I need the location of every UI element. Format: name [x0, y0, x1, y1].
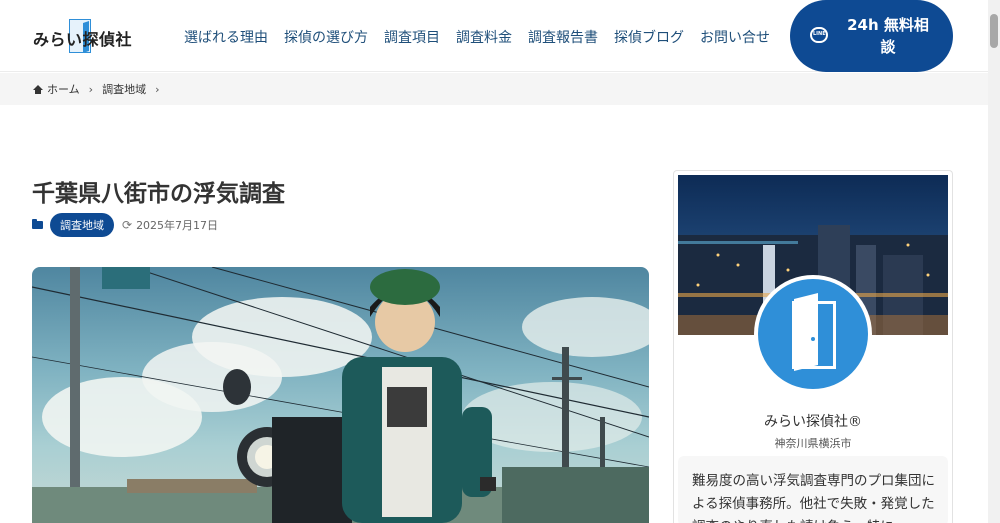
- refresh-icon: ⟳: [122, 218, 133, 232]
- cta-line-2: 談: [880, 38, 896, 56]
- breadcrumb: ホーム › 調査地域 ›: [0, 73, 988, 105]
- nav-item-pricing[interactable]: 調査料金: [456, 27, 512, 47]
- line-icon: [810, 27, 828, 43]
- site-logo[interactable]: みらい探偵社: [33, 19, 143, 53]
- avatar: [754, 275, 872, 393]
- site-header: みらい探偵社 選ばれる理由 探偵の選び方 調査項目 調査料金 調査報告書 探偵ブ…: [0, 0, 988, 72]
- nav-item-report[interactable]: 調査報告書: [528, 27, 598, 47]
- hero-image: [32, 267, 649, 523]
- chevron-right-icon: ›: [88, 82, 94, 96]
- profile-name: みらい探偵社®: [764, 414, 862, 430]
- home-icon: [33, 84, 43, 94]
- page-title: 千葉県八街市の浮気調査: [32, 181, 285, 207]
- breadcrumb-home[interactable]: ホーム: [47, 81, 80, 97]
- page-scrollbar[interactable]: [988, 0, 1000, 523]
- article-meta: 調査地域 ⟳ 2025年7月17日: [32, 213, 218, 237]
- motorcycle-rider-illustration: [32, 267, 649, 523]
- logo-text: みらい探偵社: [33, 30, 133, 49]
- scrollbar-thumb[interactable]: [990, 14, 998, 48]
- nav-item-reasons[interactable]: 選ばれる理由: [184, 27, 268, 47]
- free-consult-button[interactable]: 24h 無料相 談: [790, 0, 953, 72]
- profile-card: みらい探偵社® 神奈川県横浜市 難易度の高い浮気調査専門のプロ集団による探偵事務…: [673, 170, 953, 523]
- door-logo-icon: [758, 279, 868, 389]
- nav-item-services[interactable]: 調査項目: [384, 27, 440, 47]
- nav-item-how-to-choose[interactable]: 探偵の選び方: [284, 27, 368, 47]
- category-badge[interactable]: 調査地域: [50, 213, 114, 237]
- breadcrumb-category[interactable]: 調査地域: [102, 81, 146, 97]
- chevron-right-icon: ›: [155, 82, 160, 96]
- cta-line-1: 24h 無料相: [847, 16, 929, 34]
- nav-item-contact[interactable]: お問い合せ: [700, 27, 770, 47]
- profile-location: 神奈川県横浜市: [774, 437, 852, 450]
- profile-description: 難易度の高い浮気調査専門のプロ集団による探偵事務所。他社で失敗・発覚した調査のや…: [692, 473, 935, 523]
- free-consult-label: 24h 無料相 談: [838, 14, 938, 58]
- nav-item-blog[interactable]: 探偵ブログ: [614, 27, 684, 47]
- main-nav: 選ばれる理由 探偵の選び方 調査項目 調査料金 調査報告書 探偵ブログ お問い合…: [184, 27, 786, 47]
- updated-date: 2025年7月17日: [136, 219, 219, 232]
- profile-description-box: 難易度の高い浮気調査専門のプロ集団による探偵事務所。他社で失敗・発覚した調査のや…: [678, 456, 948, 523]
- folder-icon: [32, 219, 43, 229]
